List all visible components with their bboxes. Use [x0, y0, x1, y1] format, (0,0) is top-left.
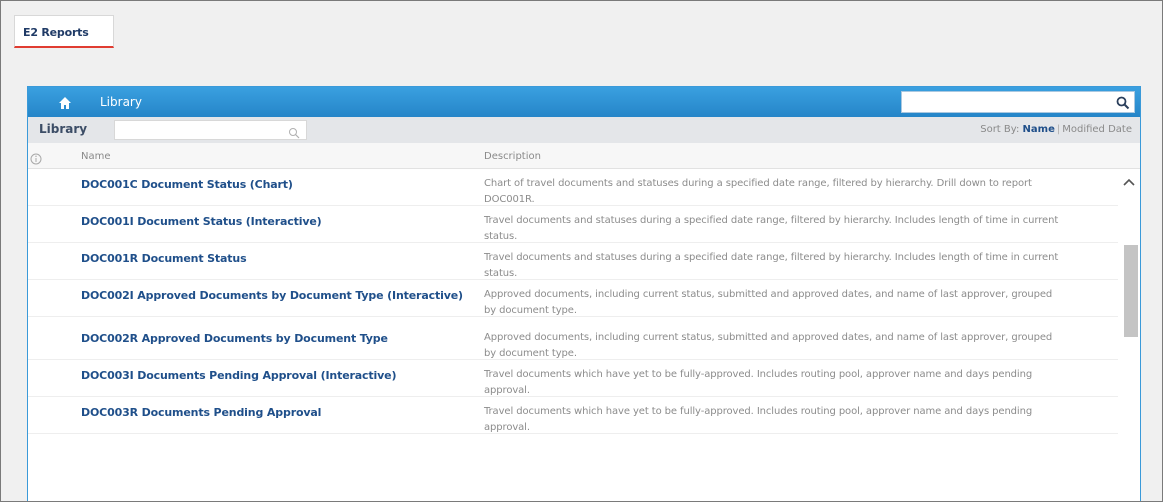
report-description: Approved documents, including current st…	[484, 332, 1053, 359]
report-description: Chart of travel documents and statuses d…	[484, 178, 1032, 205]
library-panel: Library Library Sort By: Name | Modified…	[27, 86, 1141, 501]
sort-option-name[interactable]: Name	[1023, 124, 1055, 135]
chevron-up-icon[interactable]	[1122, 173, 1136, 186]
sort-by-label: Sort By:	[980, 124, 1020, 135]
report-name-link[interactable]: DOC001R Document Status	[81, 251, 481, 267]
list-item[interactable]: DOC001I Document Status (Interactive) Tr…	[28, 206, 1118, 243]
report-list: DOC001C Document Status (Chart) Chart of…	[28, 169, 1118, 501]
tab-e2-reports[interactable]: E2 Reports	[14, 15, 114, 48]
filter-search-icon[interactable]	[288, 124, 300, 139]
report-name-link[interactable]: DOC001C Document Status (Chart)	[81, 177, 481, 193]
report-description: Approved documents, including current st…	[484, 289, 1053, 316]
info-icon[interactable]	[30, 150, 42, 165]
column-header: Name Description	[28, 143, 1140, 169]
scrollbar-thumb[interactable]	[1124, 245, 1138, 337]
library-title: Library	[39, 122, 88, 136]
sort-option-modified-date[interactable]: Modified Date	[1062, 124, 1132, 135]
breadcrumb-library[interactable]: Library	[100, 95, 142, 109]
global-search	[901, 91, 1135, 113]
global-search-input[interactable]	[902, 92, 1107, 112]
report-description: Travel documents and statuses during a s…	[484, 215, 1059, 242]
library-header-bar: Library	[28, 87, 1140, 117]
report-name-link[interactable]: DOC001I Document Status (Interactive)	[81, 214, 481, 230]
library-filter-input[interactable]	[115, 121, 285, 139]
list-item[interactable]: DOC003I Documents Pending Approval (Inte…	[28, 360, 1118, 397]
report-description: Travel documents and statuses during a s…	[484, 252, 1059, 279]
column-description-header: Description	[484, 151, 541, 162]
library-filter	[114, 120, 307, 140]
report-name-link[interactable]: DOC002R Approved Documents by Document T…	[81, 331, 481, 347]
report-description: Travel documents which have yet to be fu…	[484, 369, 1033, 396]
list-item[interactable]: DOC003R Documents Pending Approval Trave…	[28, 397, 1118, 434]
report-name-link[interactable]: DOC003I Documents Pending Approval (Inte…	[81, 368, 481, 384]
report-name-link[interactable]: DOC003R Documents Pending Approval	[81, 405, 481, 421]
sort-by: Sort By: Name | Modified Date	[980, 124, 1132, 135]
library-toolbar: Library Sort By: Name | Modified Date	[28, 117, 1140, 143]
report-name-link[interactable]: DOC002I Approved Documents by Document T…	[81, 288, 481, 304]
report-description: Travel documents which have yet to be fu…	[484, 406, 1033, 433]
column-name-header[interactable]: Name	[81, 151, 111, 162]
search-icon[interactable]	[1116, 95, 1130, 110]
list-item[interactable]: DOC002R Approved Documents by Document T…	[28, 323, 1118, 360]
list-item[interactable]: DOC001R Document Status Travel documents…	[28, 243, 1118, 280]
list-item[interactable]: DOC001C Document Status (Chart) Chart of…	[28, 169, 1118, 206]
list-item[interactable]: DOC002I Approved Documents by Document T…	[28, 280, 1118, 317]
home-icon[interactable]	[58, 95, 72, 109]
app-window: E2 Reports Library Library Sort By: Name…	[0, 0, 1163, 502]
